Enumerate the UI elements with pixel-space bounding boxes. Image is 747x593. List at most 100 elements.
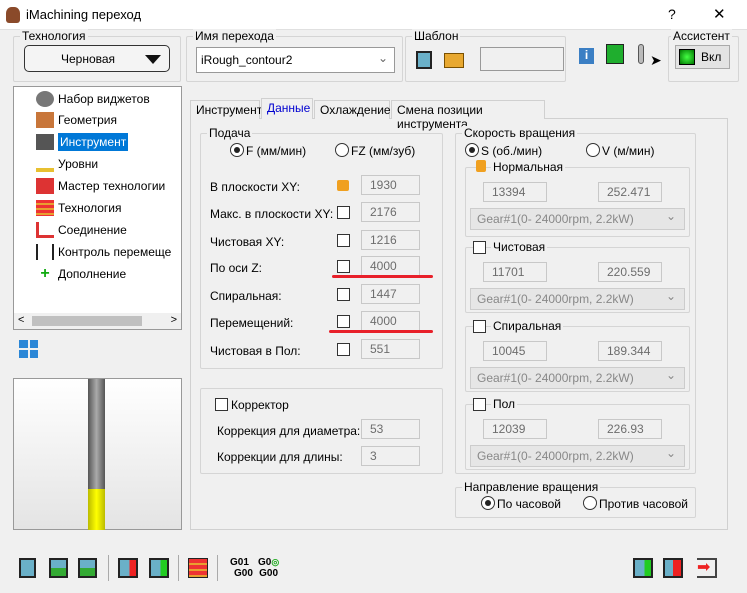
- spindle-s-input[interactable]: 11701: [483, 262, 547, 282]
- tab-cooling[interactable]: Охлаждение: [314, 100, 391, 119]
- simulation-view-icon[interactable]: [606, 44, 624, 64]
- calculate-add-icon[interactable]: [149, 558, 169, 578]
- assistant-toggle[interactable]: Вкл: [675, 45, 730, 69]
- feed-row-input[interactable]: 4000: [361, 311, 420, 331]
- feed-row-input[interactable]: 4000: [361, 256, 420, 276]
- tree-item-misc[interactable]: + Дополнение: [36, 264, 126, 284]
- lock-icon[interactable]: [476, 160, 486, 172]
- tree-item-link[interactable]: Соединение: [36, 220, 127, 240]
- gear-select[interactable]: Gear#1(0- 24000rpm, 2.2kW): [470, 367, 685, 389]
- spindle-s-input[interactable]: 13394: [483, 182, 547, 202]
- save-icon[interactable]: [19, 558, 36, 578]
- tree-item-widgets[interactable]: Набор виджетов: [36, 89, 150, 109]
- spindle-v-input[interactable]: 252.471: [598, 182, 662, 202]
- save-to-cnc-icon[interactable]: [49, 558, 68, 578]
- step-name-combo[interactable]: iRough_contour2 ⌄: [196, 47, 395, 73]
- spindle-v-label: V (м/мин): [602, 144, 655, 158]
- assistant-button-label: Вкл: [701, 50, 722, 64]
- feed-row-label: Макс. в плоскости XY:: [210, 207, 334, 221]
- close-button[interactable]: ✕: [713, 5, 726, 23]
- open-folder-icon[interactable]: [444, 53, 464, 68]
- diameter-correction-input[interactable]: 53: [361, 419, 420, 439]
- gear-select[interactable]: Gear#1(0- 24000rpm, 2.2kW): [470, 208, 685, 230]
- tool-pointer-icon[interactable]: [638, 44, 644, 64]
- save-template-icon[interactable]: [416, 51, 432, 69]
- length-correction-input[interactable]: 3: [361, 446, 420, 466]
- cw-label: По часовой: [497, 497, 561, 511]
- tree-label: Геометрия: [58, 113, 117, 127]
- feed-row-input[interactable]: 1447: [361, 284, 420, 304]
- feed-row-input[interactable]: 1216: [361, 230, 420, 250]
- template-input[interactable]: [480, 47, 564, 71]
- tab-label: Инструмент: [196, 103, 263, 117]
- exit-icon[interactable]: ➡: [697, 558, 717, 578]
- gcode-label: G0: [258, 557, 272, 568]
- grid-view-icon[interactable]: [19, 340, 38, 358]
- spindle-v-input[interactable]: 226.93: [598, 419, 662, 439]
- lock-icon[interactable]: [337, 180, 349, 191]
- toolbar-separator: [108, 555, 109, 581]
- spindle-s-input[interactable]: 12039: [483, 419, 547, 439]
- save-all-to-cnc-icon[interactable]: [78, 558, 97, 578]
- spindle-s-input[interactable]: 10045: [483, 341, 547, 361]
- gcode-label: G00: [259, 568, 279, 579]
- feed-row-checkbox[interactable]: [337, 206, 350, 219]
- gcode-check-button[interactable]: G0◎ G00: [258, 557, 279, 579]
- tree-item-motion-control[interactable]: Контроль перемеще: [36, 242, 171, 262]
- tree-item-geometry[interactable]: Геометрия: [36, 110, 117, 130]
- gear-select[interactable]: Gear#1(0- 24000rpm, 2.2kW): [470, 445, 685, 467]
- tree-item-levels[interactable]: Уровни: [36, 154, 98, 174]
- scroll-thumb[interactable]: [32, 316, 142, 326]
- ccw-radio[interactable]: [583, 496, 597, 510]
- feed-row-input[interactable]: 1930: [361, 175, 420, 195]
- feed-row-input[interactable]: 2176: [361, 202, 420, 222]
- scroll-left-icon[interactable]: <: [18, 314, 24, 326]
- tree-label: Соединение: [58, 223, 127, 237]
- technology-dropdown[interactable]: Черновая: [24, 45, 170, 72]
- feed-row-input[interactable]: 551: [361, 339, 420, 359]
- feed-label: Подача: [207, 126, 253, 140]
- spindle-subgroup-checkbox[interactable]: [473, 398, 486, 411]
- step-name-group: Имя перехода iRough_contour2 ⌄: [186, 29, 403, 82]
- gear-select[interactable]: Gear#1(0- 24000rpm, 2.2kW): [470, 288, 685, 310]
- diameter-correction-label: Коррекция для диаметра:: [217, 424, 361, 438]
- feed-fz-radio[interactable]: [335, 143, 349, 157]
- feed-row-checkbox[interactable]: [337, 315, 350, 328]
- horizontal-scrollbar[interactable]: < >: [14, 313, 181, 329]
- tree-item-technology[interactable]: Технология: [36, 198, 122, 218]
- tab-tool-change[interactable]: Смена позиции инструмента: [391, 100, 545, 131]
- cw-radio[interactable]: [481, 496, 495, 510]
- spindle-subgroup-checkbox[interactable]: [473, 320, 486, 333]
- save-exit-icon[interactable]: [663, 558, 683, 578]
- feed-row-checkbox[interactable]: [337, 288, 350, 301]
- corrector-checkbox[interactable]: [215, 398, 228, 411]
- spindle-s-radio[interactable]: [465, 143, 479, 157]
- feed-row-checkbox[interactable]: [337, 260, 350, 273]
- tree-item-tech-wizard[interactable]: Мастер технологии: [36, 176, 165, 196]
- technology-db-icon[interactable]: [188, 558, 208, 578]
- help-button[interactable]: ?: [668, 6, 676, 22]
- cursor-icon: ➤: [650, 52, 662, 68]
- spindle-label: Скорость вращения: [462, 126, 578, 140]
- feed-row-checkbox[interactable]: [337, 234, 350, 247]
- feed-row-checkbox[interactable]: [337, 343, 350, 356]
- info-icon[interactable]: i: [579, 48, 594, 64]
- scroll-right-icon[interactable]: >: [171, 314, 177, 326]
- navigation-tree[interactable]: Набор виджетов Геометрия Инструмент Уров…: [13, 86, 182, 330]
- green-led-icon: [679, 49, 695, 65]
- feed-f-radio[interactable]: [230, 143, 244, 157]
- save-add-icon[interactable]: [633, 558, 653, 578]
- spindle-v-input[interactable]: 189.344: [598, 341, 662, 361]
- gcode-button[interactable]: G01 G00: [226, 557, 253, 579]
- widgets-icon: [36, 91, 54, 107]
- feed-f-label: F (мм/мин): [246, 144, 307, 158]
- calculate-save-icon[interactable]: [118, 558, 138, 578]
- direction-label: Направление вращения: [462, 480, 601, 494]
- tab-tool[interactable]: Инструмент: [190, 100, 263, 119]
- spindle-v-radio[interactable]: [586, 143, 600, 157]
- tab-data[interactable]: Данные: [261, 98, 313, 119]
- tree-item-tool[interactable]: Инструмент: [36, 132, 129, 152]
- chevron-down-icon: ⌄: [377, 51, 388, 65]
- spindle-subgroup-checkbox[interactable]: [473, 241, 486, 254]
- spindle-v-input[interactable]: 220.559: [598, 262, 662, 282]
